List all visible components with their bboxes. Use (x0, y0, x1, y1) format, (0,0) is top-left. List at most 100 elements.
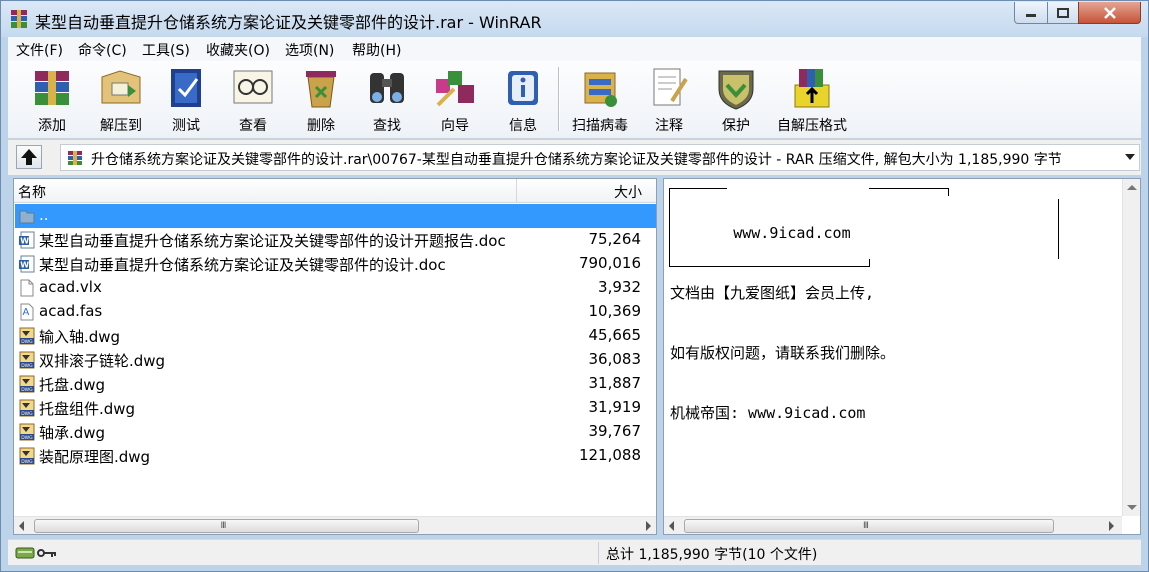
table-row[interactable]: DWG 装配原理图.dwg 121,088 (15, 444, 656, 468)
protect-button[interactable]: 保护 (706, 65, 766, 135)
archive-icon (68, 151, 82, 165)
comment-line: www.9icad.com (670, 224, 851, 242)
winrar-window: 某型自动垂直提升仓储系统方案论证及关键零部件的设计.rar - WinRAR 文… (0, 0, 1149, 572)
up-arrow-icon (21, 149, 37, 165)
blank-file-icon (20, 279, 34, 297)
menu-help[interactable]: 帮助(H) (352, 40, 401, 60)
ascii-border-line (1058, 199, 1059, 259)
chevron-down-icon[interactable] (1125, 154, 1135, 160)
file-size: 31,919 (588, 398, 642, 416)
column-name-header[interactable]: 名称 (18, 182, 46, 202)
find-button[interactable]: 查找 (356, 65, 418, 135)
test-icon (171, 69, 201, 107)
scroll-left-icon[interactable] (19, 521, 24, 531)
dwg-file-icon: DWG (19, 447, 35, 465)
up-folder-button[interactable] (16, 145, 42, 169)
sfx-button[interactable]: 自解压格式 (772, 65, 852, 135)
table-row[interactable]: DWG 轴承.dwg 39,767 (15, 420, 656, 444)
maximize-icon (1057, 7, 1069, 18)
status-bar: 总计 1,185,990 字节(10 个文件) (8, 539, 1141, 565)
file-name: 双排滚子链轮.dwg (39, 352, 166, 370)
table-row[interactable]: Aacad.fas 10,369 (15, 300, 656, 324)
column-divider[interactable] (516, 179, 517, 203)
file-name: 装配原理图.dwg (39, 448, 151, 466)
minimize-button[interactable] (1014, 2, 1048, 24)
comment-vscrollbar[interactable] (1122, 179, 1140, 516)
close-icon (1103, 6, 1116, 19)
file-name: .. (39, 206, 49, 224)
comment-line: 如有版权问题，请联系我们删除。 (670, 344, 896, 362)
menu-commands[interactable]: 命令(C) (78, 40, 127, 60)
file-size: 39,767 (588, 422, 642, 440)
maximize-button[interactable] (1047, 2, 1079, 24)
svg-text:A: A (23, 307, 30, 318)
menu-favorites[interactable]: 收藏夹(O) (206, 40, 270, 60)
menu-file[interactable]: 文件(F) (16, 40, 63, 60)
path-text: 升仓储系统方案论证及关键零部件的设计.rar\00767-某型自动垂直提升仓储系… (91, 152, 1062, 168)
info-button[interactable]: 信息 (492, 65, 554, 135)
wizard-button[interactable]: 向导 (424, 65, 486, 135)
file-name: 托盘组件.dwg (39, 400, 136, 418)
table-row[interactable]: W 某型自动垂直提升仓储系统方案论证及关键零部件的设计开题报告.doc 75,264 (15, 228, 656, 252)
autocad-fas-file-icon: A (20, 303, 34, 321)
table-row[interactable]: DWG 双排滚子链轮.dwg 36,083 (15, 348, 656, 372)
scroll-right-icon[interactable] (646, 521, 651, 531)
path-combobox[interactable]: 升仓储系统方案论证及关键零部件的设计.rar\00767-某型自动垂直提升仓储系… (60, 144, 1140, 171)
file-size: 45,665 (588, 326, 642, 344)
scroll-down-icon[interactable] (1127, 505, 1137, 510)
wizard-label: 向导 (441, 118, 469, 134)
delete-label: 删除 (307, 118, 335, 134)
svg-text:DWG: DWG (21, 435, 33, 441)
menu-tools[interactable]: 工具(S) (142, 40, 190, 60)
toolbar: 添加 解压到 测试 查看 删除 查找 向导 信息 扫描病毒 注释 保护 自解压格… (8, 61, 1141, 139)
protect-label: 保护 (722, 118, 750, 134)
dwg-file-icon: DWG (19, 351, 35, 369)
table-row[interactable]: DWG 托盘.dwg 31,887 (15, 372, 656, 396)
file-name: acad.vlx (39, 278, 102, 296)
extract-to-icon (101, 70, 141, 104)
winrar-app-icon (11, 10, 27, 28)
virus-scan-button[interactable]: 扫描病毒 (564, 65, 636, 135)
menu-bar: 文件(F) 命令(C) 工具(S) 收藏夹(O) 选项(N) 帮助(H) (8, 37, 1141, 61)
menu-options[interactable]: 选项(N) (285, 40, 334, 60)
scroll-right-icon[interactable] (1109, 521, 1114, 531)
table-row[interactable]: .. (15, 204, 656, 228)
scroll-left-icon[interactable] (669, 521, 674, 531)
svg-text:W: W (20, 237, 29, 246)
delete-button[interactable]: 删除 (290, 65, 352, 135)
column-size-header[interactable]: 大小 (614, 182, 642, 202)
table-row[interactable]: W 某型自动垂直提升仓储系统方案论证及关键零部件的设计.doc 790,016 (15, 252, 656, 276)
file-size: 31,887 (588, 374, 642, 392)
table-row[interactable]: DWG 输入轴.dwg 45,665 (15, 324, 656, 348)
delete-icon (306, 71, 336, 108)
svg-text:DWG: DWG (21, 411, 33, 417)
table-row[interactable]: DWG 托盘组件.dwg 31,919 (15, 396, 656, 420)
file-list-hscrollbar[interactable]: III (14, 516, 656, 534)
status-total: 总计 1,185,990 字节(10 个文件) (606, 547, 818, 563)
view-button[interactable]: 查看 (222, 65, 284, 135)
file-name: 输入轴.dwg (39, 328, 121, 346)
sfx-icon (794, 69, 830, 108)
file-size: 36,083 (588, 350, 642, 368)
comment-button[interactable]: 注释 (638, 65, 700, 135)
comment-icon (653, 68, 688, 106)
window-title: 某型自动垂直提升仓储系统方案论证及关键零部件的设计.rar - WinRAR (35, 13, 542, 32)
extract-to-label: 解压到 (100, 118, 142, 134)
drive-key-icon[interactable] (14, 545, 60, 561)
column-header: 名称 大小 (14, 179, 656, 203)
scroll-up-icon[interactable] (1127, 185, 1137, 190)
extract-to-button[interactable]: 解压到 (88, 65, 154, 135)
view-icon (233, 70, 273, 104)
ascii-border-line (669, 266, 869, 267)
add-button[interactable]: 添加 (20, 65, 84, 135)
table-row[interactable]: acad.vlx 3,932 (15, 276, 656, 300)
virus-scan-icon (584, 72, 617, 107)
ascii-border-line (669, 188, 727, 189)
svg-text:DWG: DWG (21, 363, 33, 369)
scrollbar-thumb[interactable]: III (34, 519, 419, 533)
comment-hscrollbar[interactable]: III (664, 516, 1122, 534)
close-button[interactable] (1078, 2, 1141, 24)
test-button[interactable]: 测试 (156, 65, 216, 135)
protect-icon (718, 70, 754, 110)
scrollbar-thumb[interactable]: III (684, 519, 1054, 533)
